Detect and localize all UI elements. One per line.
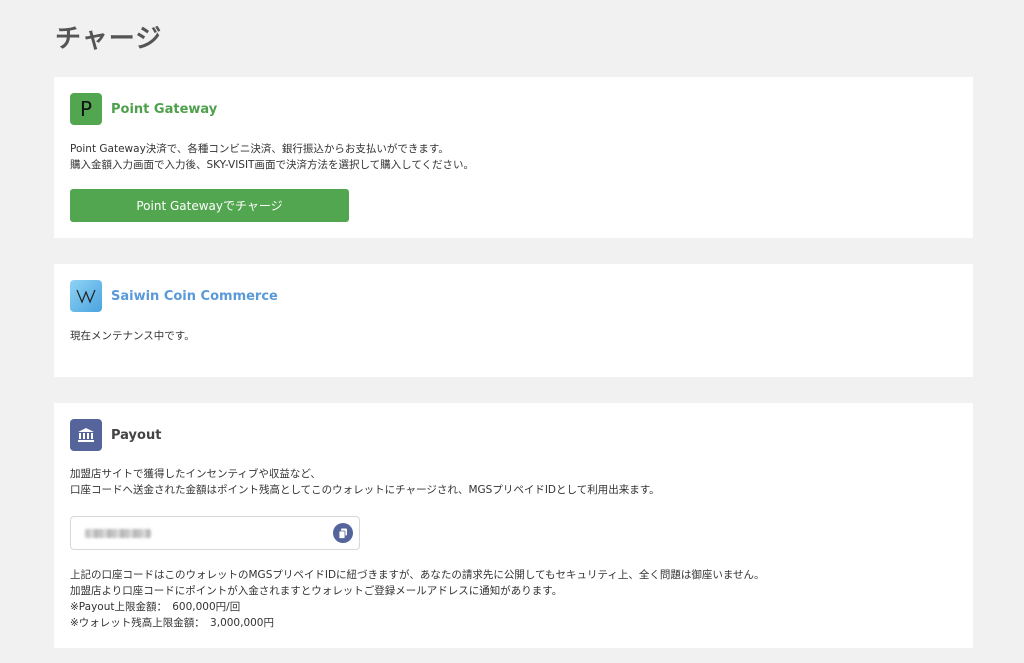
- point-gateway-description: Point Gateway決済で、各種コンビニ決済、銀行振込からお支払いができま…: [70, 141, 474, 173]
- saiwin-title: Saiwin Coin Commerce: [111, 288, 278, 304]
- wallet-limit: ※ウォレット残高上限金額： 3,000,000円: [70, 617, 274, 629]
- point-gateway-desc-line2: 購入金額入力画面で入力後、SKY-VISIT画面で決済方法を選択して購入してくだ…: [70, 159, 475, 171]
- point-gateway-desc-line1: Point Gateway決済で、各種コンビニ決済、銀行振込からお支払いができま…: [70, 143, 449, 155]
- payout-note-line2: 加盟店より口座コードにポイントが入金されますとウォレットご登録メールアドレスに通…: [70, 585, 563, 597]
- saiwin-status: 現在メンテナンス中です。: [70, 330, 195, 342]
- payout-card: Payout 加盟店サイトで獲得したインセンティブや収益など、 口座コードへ送金…: [54, 403, 973, 648]
- point-gateway-logo-letter: P: [79, 97, 93, 121]
- account-code-field[interactable]: [70, 516, 360, 550]
- copy-icon[interactable]: [333, 523, 353, 543]
- payout-desc-line1: 加盟店サイトで獲得したインセンティブや収益など、: [70, 468, 321, 480]
- payout-desc-line2: 口座コードへ送金された金額はポイント残高としてこのウォレットにチャージされ、MG…: [70, 484, 660, 496]
- saiwin-header: Saiwin Coin Commerce: [70, 280, 278, 312]
- bank-icon: [70, 419, 102, 451]
- payout-header: Payout: [70, 419, 161, 451]
- payout-title: Payout: [111, 427, 162, 443]
- account-code-value-blurred: [85, 529, 151, 538]
- charge-page: チャージ P Point Gateway Point Gateway決済で、各種…: [0, 0, 1024, 663]
- page-title: チャージ: [55, 24, 163, 54]
- payout-description: 加盟店サイトで獲得したインセンティブや収益など、 口座コードへ送金された金額はポ…: [70, 466, 660, 498]
- payout-note-line1: 上記の口座コードはこのウォレットのMGSプリペイドIDに紐づきますが、あなたの請…: [70, 569, 765, 581]
- payout-notes: 上記の口座コードはこのウォレットのMGSプリペイドIDに紐づきますが、あなたの請…: [70, 567, 765, 631]
- point-gateway-logo-icon: P: [70, 93, 102, 125]
- saiwin-card: Saiwin Coin Commerce 現在メンテナンス中です。: [54, 264, 973, 377]
- point-gateway-title: Point Gateway: [111, 101, 218, 117]
- w-logo-icon: [70, 280, 102, 312]
- point-gateway-charge-button[interactable]: Point Gatewayでチャージ: [70, 189, 349, 222]
- payout-limit: ※Payout上限金額： 600,000円/回: [70, 601, 241, 613]
- point-gateway-header: P Point Gateway: [70, 93, 217, 125]
- point-gateway-card: P Point Gateway Point Gateway決済で、各種コンビニ決…: [54, 77, 973, 238]
